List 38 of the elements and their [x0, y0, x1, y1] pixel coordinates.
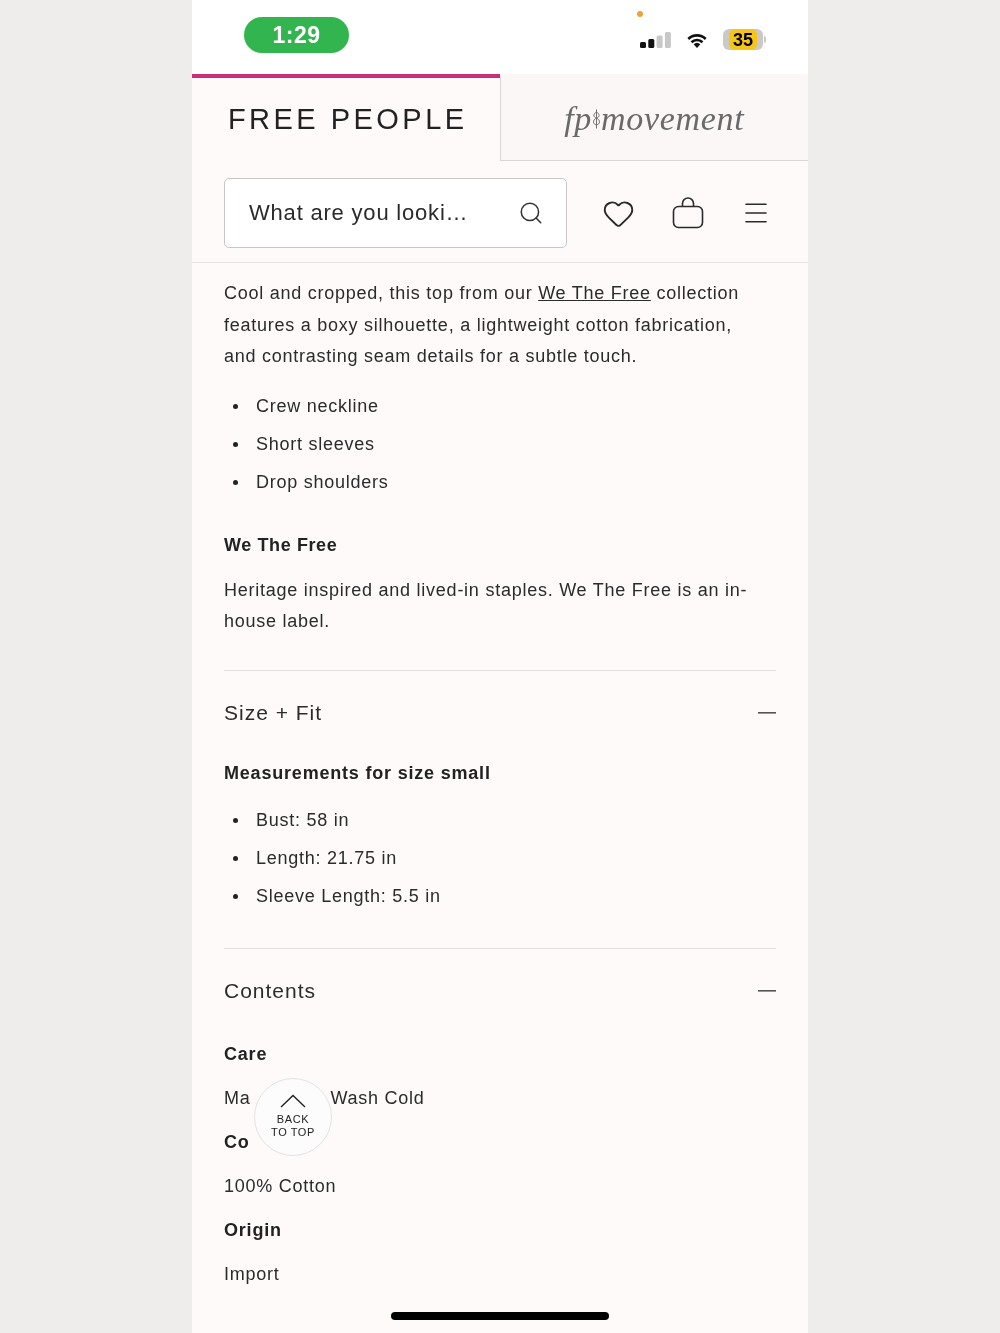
- detail-text: Wash Cold: [330, 1087, 425, 1110]
- product-description: Cool and cropped, this top from our We The Free collection features a boxy silhouette, a lightweight cotton fabrication, and contrasting seam details for a subtle touch.: [224, 282, 741, 368]
- minus-icon[interactable]: [758, 989, 776, 992]
- list-item-text: Length: 21.75 in: [256, 847, 398, 870]
- bullet-icon: [233, 856, 238, 861]
- chevron-up-icon: [280, 1094, 306, 1108]
- detail-text: Import: [224, 1263, 280, 1286]
- accordion-header[interactable]: Contents: [224, 948, 776, 1033]
- bullet-icon: [233, 480, 238, 485]
- shopping-bag-icon[interactable]: [672, 197, 704, 229]
- section-subheading: Measurements for size small: [224, 762, 492, 785]
- brand-description: Heritage inspired and lived-in staples. We The Free is an in-house label.: [224, 578, 749, 633]
- brand-heading: We The Free: [224, 534, 339, 557]
- status-time: 1:29: [244, 17, 349, 53]
- list-item-text: Crew neckline: [256, 395, 379, 418]
- search-icon[interactable]: [518, 200, 544, 226]
- search-field[interactable]: What are you looki…: [224, 178, 567, 248]
- section-subheading: Care: [224, 1043, 268, 1066]
- bullet-icon: [233, 818, 238, 823]
- list-item-text: Drop shoulders: [256, 471, 389, 494]
- section-subheading: Origin: [224, 1219, 282, 1242]
- detail-text: 100% Cotton: [224, 1175, 337, 1198]
- wifi-icon: [686, 31, 708, 48]
- list-item-text: Sleeve Length: 5.5 in: [256, 885, 441, 908]
- accordion-header[interactable]: Size + Fit: [224, 670, 776, 755]
- battery-percentage: 35: [729, 29, 757, 50]
- bullet-icon: [233, 404, 238, 409]
- leaf-icon: [592, 109, 601, 129]
- minus-icon[interactable]: [758, 711, 776, 714]
- list-item-text: Bust: 58 in: [256, 809, 350, 832]
- brand-tab[interactable]: fp movement: [499, 74, 808, 161]
- bullet-icon: [233, 442, 238, 447]
- list-item-text: Short sleeves: [256, 433, 375, 456]
- bullet-icon: [233, 894, 238, 899]
- detail-text: Ma: [224, 1087, 251, 1110]
- section-subheading: Co: [224, 1131, 250, 1154]
- collection-link[interactable]: We The Free: [538, 283, 651, 303]
- signal-icon: [640, 31, 671, 48]
